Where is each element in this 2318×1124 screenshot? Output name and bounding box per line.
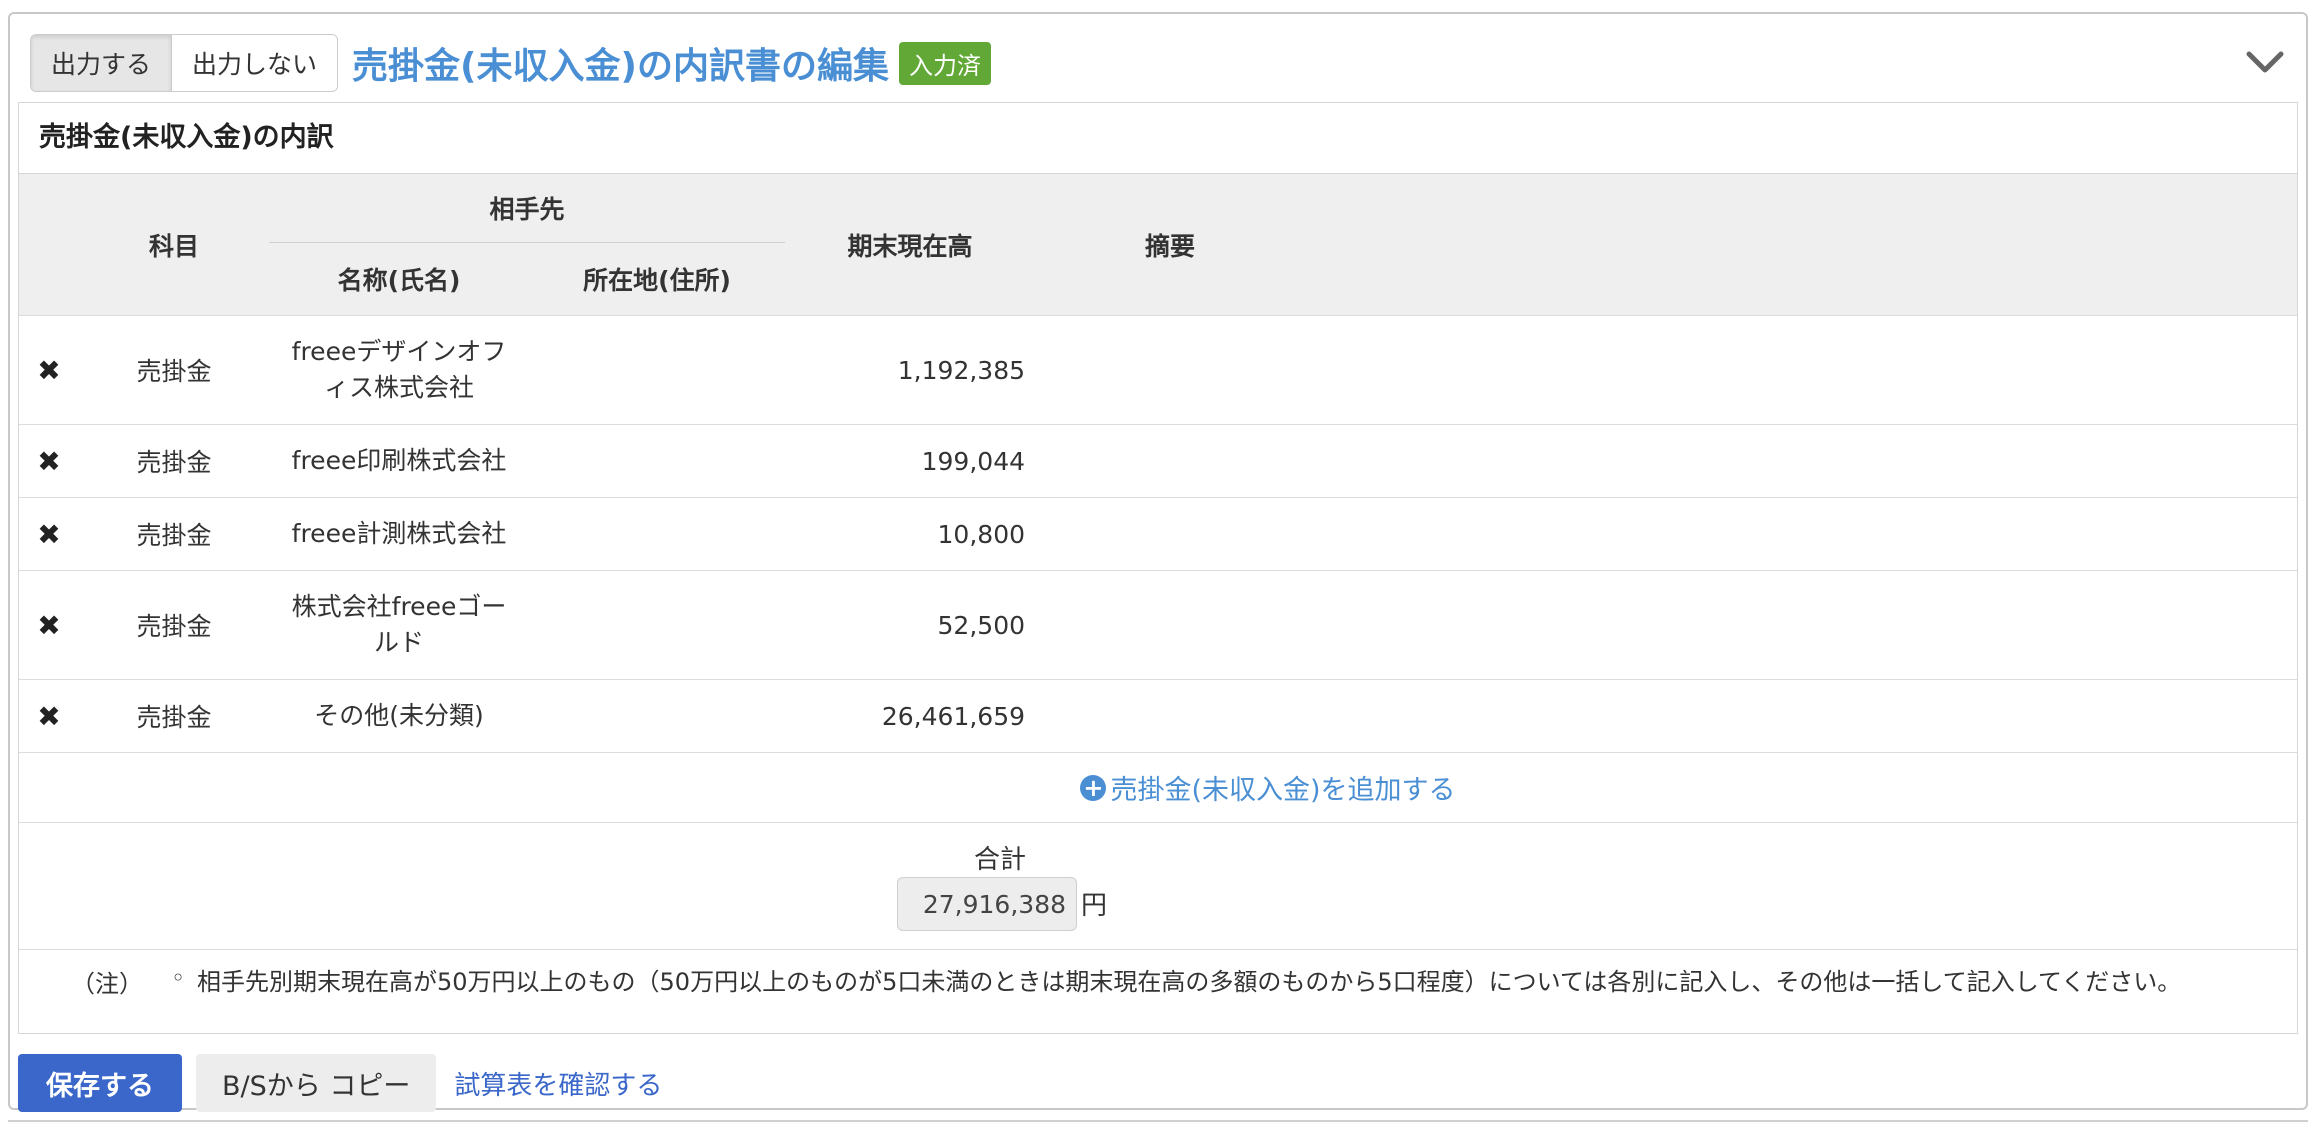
output-toggle: 出力する 出力しない	[30, 34, 339, 92]
partner-name-cell: freeeデザインオフ ィス株式会社	[269, 315, 529, 425]
table-row: ✖ 売掛金 freeeデザインオフ ィス株式会社 1,192,385	[19, 315, 2297, 425]
memo-cell	[1035, 497, 1306, 571]
address-cell	[529, 424, 786, 498]
partner-name-cell: 株式会社freeeゴー ルド	[269, 570, 529, 680]
output-on-button[interactable]: 出力する	[31, 35, 172, 91]
header-name: 名称(氏名)	[269, 242, 529, 316]
table-row: ✖ 売掛金 その他(未分類) 26,461,659	[19, 679, 2297, 752]
header-account: 科目	[79, 174, 269, 316]
trial-balance-link[interactable]: 試算表を確認する	[454, 1065, 662, 1102]
memo-cell	[1035, 315, 1306, 425]
output-off-button[interactable]: 出力しない	[171, 35, 338, 91]
plus-circle-icon[interactable]: +	[1080, 774, 1107, 801]
delete-icon[interactable]: ✖	[19, 315, 79, 425]
header-partner: 相手先	[269, 174, 786, 243]
partner-name-cell: その他(未分類)	[269, 679, 529, 752]
delete-icon[interactable]: ✖	[19, 570, 79, 680]
divider	[8, 1120, 2308, 1122]
header-address: 所在地(住所)	[529, 242, 786, 316]
delete-icon[interactable]: ✖	[19, 679, 79, 752]
note-text: 相手先別期末現在高が50万円以上のもの（50万円以上のものが5口未満のときは期末…	[197, 968, 2182, 996]
breakdown-panel: 出力する 出力しない 売掛金(未収入金)の内訳書の編集 入力済 売掛金(未収入金…	[8, 12, 2308, 1112]
table-row: ✖ 売掛金 freee計測株式会社 10,800	[19, 497, 2297, 571]
chevron-down-icon[interactable]	[2246, 50, 2284, 74]
account-cell: 売掛金	[79, 497, 269, 571]
balance-cell: 52,500	[785, 570, 1036, 680]
section-caption: 売掛金(未収入金)の内訳	[19, 103, 2297, 174]
table-row: ✖ 売掛金 freee印刷株式会社 199,044	[19, 424, 2297, 498]
header-memo: 摘要	[1035, 174, 1306, 316]
address-cell	[529, 679, 786, 752]
note-section: （注） ◦ 相手先別期末現在高が50万円以上のもの（50万円以上のものが5口未満…	[19, 949, 2297, 1050]
memo-cell	[1035, 424, 1306, 498]
footer-actions: 保存する B/Sから コピー 試算表を確認する	[18, 1054, 662, 1112]
account-cell: 売掛金	[79, 679, 269, 752]
total-field: 27,916,388	[897, 877, 1077, 931]
balance-cell: 10,800	[785, 497, 1036, 571]
address-cell	[529, 570, 786, 680]
balance-cell: 1,192,385	[785, 315, 1036, 425]
account-cell: 売掛金	[79, 424, 269, 498]
balance-cell: 199,044	[785, 424, 1036, 498]
memo-cell	[1035, 679, 1306, 752]
breakdown-table: 科目 相手先 期末現在高 摘要 名称(氏名) 所在地(住所) ✖ 売掛金 fre…	[19, 174, 2297, 752]
account-cell: 売掛金	[79, 315, 269, 425]
save-button[interactable]: 保存する	[18, 1054, 182, 1112]
memo-cell	[1035, 570, 1306, 680]
add-receivable-link[interactable]: 売掛金(未収入金)を追加する	[1110, 768, 1455, 807]
status-badge: 入力済	[898, 41, 991, 85]
add-row: + 売掛金(未収入金)を追加する	[19, 752, 2297, 822]
delete-icon[interactable]: ✖	[19, 424, 79, 498]
total-unit: 円	[1081, 891, 1108, 921]
header-balance: 期末現在高	[785, 174, 1036, 316]
delete-icon[interactable]: ✖	[19, 497, 79, 571]
panel-header: 出力する 出力しない 売掛金(未収入金)の内訳書の編集 入力済	[30, 34, 991, 92]
table-row: ✖ 売掛金 株式会社freeeゴー ルド 52,500	[19, 570, 2297, 680]
note-bullet: ◦	[171, 964, 186, 992]
partner-name-cell: freee印刷株式会社	[269, 424, 529, 498]
copy-from-bs-button[interactable]: B/Sから コピー	[196, 1054, 437, 1112]
note-label: （注）	[71, 970, 143, 998]
account-cell: 売掛金	[79, 570, 269, 680]
breakdown-section: 売掛金(未収入金)の内訳 科目 相手先 期末現在高 摘要 名称(氏名) 所在地(…	[18, 102, 2298, 1034]
partner-name-cell: freee計測株式会社	[269, 497, 529, 571]
balance-cell: 26,461,659	[785, 679, 1036, 752]
total-label: 合計	[974, 845, 1027, 875]
page-title[interactable]: 売掛金(未収入金)の内訳書の編集	[352, 37, 889, 89]
total-section: 合計 27,916,388 円	[19, 822, 2297, 949]
address-cell	[529, 497, 786, 571]
address-cell	[529, 315, 786, 425]
header-delete	[19, 174, 79, 316]
